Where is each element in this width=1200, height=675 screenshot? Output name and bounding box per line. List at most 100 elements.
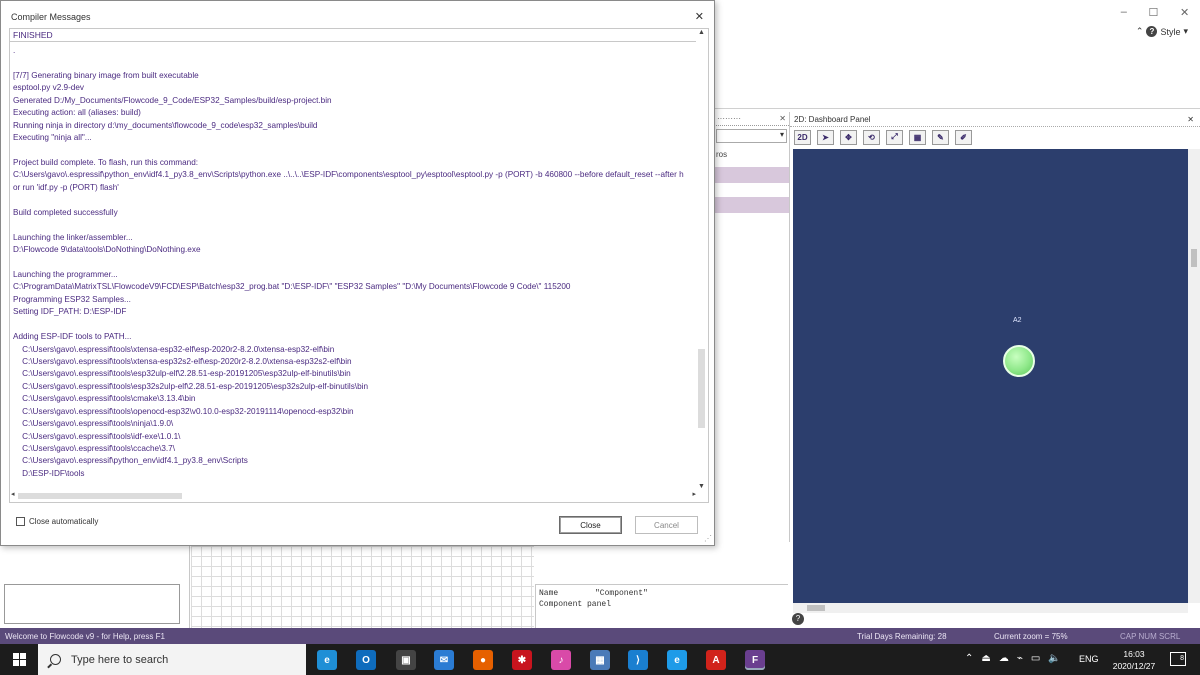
resize-grip-icon[interactable]: ⋰ (704, 534, 712, 543)
dashboard-vertical-scrollbar[interactable] (1188, 149, 1200, 603)
battery-icon[interactable]: ▭ (1031, 653, 1040, 664)
style-menu[interactable]: ⌃ ? Style ▾ (1136, 26, 1188, 37)
property-row: Component panel (539, 599, 785, 610)
list-item[interactable] (714, 197, 789, 213)
component-list-panel: ········· ✕ ros (714, 112, 790, 542)
chevron-down-icon: ▾ (1183, 26, 1188, 36)
store-icon[interactable]: ▣ (396, 650, 416, 670)
maximize-icon[interactable]: ☐ (1149, 6, 1159, 19)
output-line: Project build complete. To flash, run th… (13, 157, 199, 167)
close-icon[interactable]: ✕ (1180, 6, 1189, 19)
help-icon[interactable]: ? (792, 613, 804, 625)
mail-icon[interactable]: ✉ (434, 650, 454, 670)
cloud-icon[interactable]: ☁ (999, 653, 1009, 664)
scroll-thumb[interactable] (1191, 249, 1197, 267)
firefox-icon[interactable]: ● (473, 650, 493, 670)
rotate-icon[interactable]: ⟲ (863, 129, 880, 145)
bug-app-icon[interactable]: ✱ (512, 650, 532, 670)
led-component[interactable] (1003, 345, 1035, 377)
pen-icon[interactable]: ✐ (955, 129, 972, 145)
scroll-left-icon[interactable]: ◂ (11, 490, 15, 498)
close-button[interactable]: Close (559, 516, 622, 534)
output-line: C:\Users\gavo\.espressif\tools\xtensa-es… (13, 344, 335, 354)
panel-tab-label[interactable]: ros (714, 147, 789, 163)
output-line: C:\Users\gavo\.espressif\python_env\idf4… (13, 170, 684, 180)
chevron-up-icon: ⌃ (1135, 26, 1144, 36)
dashboard-title: 2D: Dashboard Panel (794, 114, 871, 124)
list-item[interactable] (714, 167, 789, 183)
network-icon[interactable]: ⌁ (1017, 653, 1023, 664)
windows-logo-icon (12, 653, 26, 666)
edge-icon[interactable]: e (317, 650, 337, 670)
close-icon[interactable]: ✕ (695, 10, 704, 23)
scroll-down-icon[interactable]: ▼ (698, 483, 705, 490)
output-lines: . [7/7] Generating binary image from buil… (13, 45, 697, 480)
properties-panel: Name "Component" Component panel (535, 584, 788, 628)
property-value: "Component" (595, 589, 648, 598)
dashboard-horizontal-scrollbar[interactable] (793, 603, 1188, 613)
output-horizontal-scrollbar[interactable]: ◂ ▸ (10, 489, 697, 502)
output-line: Launching the programmer... (13, 269, 118, 279)
output-line: C:\Users\gavo\.espressif\tools\esp32s2ul… (13, 381, 368, 391)
flowchart-grid[interactable] (191, 546, 534, 628)
scroll-thumb[interactable] (807, 605, 825, 611)
output-line: C:\Users\gavo\.espressif\tools\ninja\1.9… (13, 419, 174, 429)
output-line: C:\Users\gavo\.espressif\python_env\idf4… (13, 456, 248, 466)
scroll-thumb[interactable] (18, 493, 182, 499)
zoom-fit-icon[interactable]: ⤢ (886, 129, 903, 145)
start-button[interactable] (0, 644, 38, 675)
property-key: Name (539, 589, 559, 598)
outlook-icon[interactable]: O (356, 650, 376, 670)
dialog-title: Compiler Messages (11, 12, 91, 22)
panel-close-icon[interactable]: ✕ (779, 114, 786, 123)
output-line: C:\Users\gavo\.espressif\tools\xtensa-es… (13, 356, 352, 366)
remote-desktop-icon[interactable]: ▦ (590, 650, 610, 670)
output-line: C:\ProgramData\MatrixTSL\FlowcodeV9\FCD\… (13, 282, 571, 292)
output-line: C:\Users\gavo\.espressif\tools\ccache\3.… (13, 444, 175, 453)
clock-time: 16:03 (1123, 649, 1145, 659)
scroll-thumb[interactable] (698, 349, 705, 428)
usb-icon[interactable]: ⏏ (981, 653, 990, 664)
scroll-right-icon[interactable]: ▸ (692, 490, 696, 498)
output-line: C:\Users\gavo\.espressif\tools\openocd-e… (13, 406, 354, 416)
chevron-up-icon[interactable]: ⌃ (965, 653, 973, 664)
pan-icon[interactable]: ✥ (840, 129, 857, 145)
close-automatically-checkbox[interactable]: Close automatically (16, 517, 98, 526)
cancel-button[interactable]: Cancel (635, 516, 698, 534)
volume-icon[interactable]: 🔈 (1048, 653, 1060, 664)
output-line: C:\Users\gavo\.espressif\tools\cmake\3.1… (13, 394, 196, 404)
left-bottom-panel (0, 546, 190, 628)
language-indicator[interactable]: ENG (1079, 654, 1099, 664)
flowcode-icon[interactable]: F (745, 650, 765, 670)
notification-icon[interactable]: 8 (1170, 652, 1186, 666)
search-icon (50, 654, 61, 665)
vscode-icon[interactable]: ⟩ (628, 650, 648, 670)
clock[interactable]: 16:03 2020/12/27 (1108, 648, 1160, 672)
panel-dropdown[interactable] (716, 129, 787, 143)
component-label: A2 (1013, 317, 1022, 324)
window-controls: – ☐ ✕ (1110, 2, 1200, 22)
scroll-up-icon[interactable]: ▲ (698, 29, 705, 36)
pdf-icon[interactable]: A (706, 650, 726, 670)
ie-icon[interactable]: e (667, 650, 687, 670)
status-trial-days: Trial Days Remaining: 28 (857, 631, 947, 641)
dashboard-canvas[interactable]: A2 (793, 149, 1188, 603)
help-icon[interactable]: ? (1146, 26, 1158, 37)
compiler-output[interactable]: FINISHED . [7/7] Generating binary image … (9, 28, 709, 503)
taskbar: Type here to search e O ▣ ✉ ● ✱ ♪ ▦ ⟩ e A F ⌃ ⏏ ☁ ⌁… (0, 644, 1200, 675)
view-2d-button[interactable]: 2D (794, 129, 811, 145)
dashboard-close-icon[interactable]: ✕ (1187, 115, 1194, 124)
style-label[interactable]: Style (1160, 27, 1180, 37)
itunes-icon[interactable]: ♪ (551, 650, 571, 670)
tools-icon[interactable]: ✎ (932, 129, 949, 145)
minimize-icon[interactable]: – (1121, 6, 1127, 18)
grid-icon[interactable]: ▦ (909, 129, 926, 145)
taskbar-search[interactable]: Type here to search (38, 644, 306, 675)
output-vertical-scrollbar[interactable]: ▲ ▼ (696, 29, 708, 490)
checkbox[interactable] (16, 517, 25, 526)
output-line: esptool.py v2.9-dev (13, 83, 85, 93)
pointer-icon[interactable]: ➤ (817, 129, 834, 145)
